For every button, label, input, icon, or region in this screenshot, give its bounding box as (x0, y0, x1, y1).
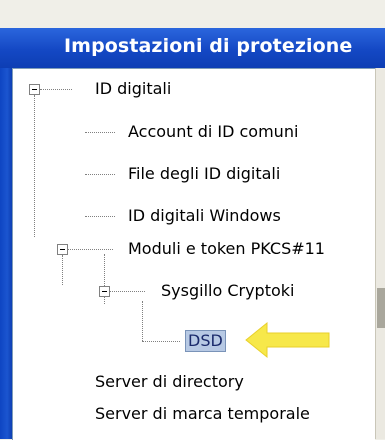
vertical-scrollbar[interactable] (375, 68, 385, 439)
collapse-id-digitali-icon[interactable] (29, 84, 40, 95)
tree-node-moduli-token-pkcs11[interactable]: Moduli e token PKCS#11 (128, 239, 325, 259)
tree-node-account-id-comuni[interactable]: Account di ID comuni (128, 122, 298, 142)
tree-node-file-id-digitali[interactable]: File degli ID digitali (128, 164, 280, 184)
yellow-arrow-icon (245, 321, 330, 359)
tree-node-id-digitali[interactable]: ID digitali (95, 79, 171, 99)
tree-node-dsd-selected[interactable]: DSD (185, 330, 226, 352)
tree-node-sysgillo-cryptoki[interactable]: Sysgillo Cryptoki (161, 281, 294, 301)
scrollbar-thumb[interactable] (377, 288, 385, 328)
tree-connector (142, 301, 143, 341)
tree-node-server-marca-temporale[interactable]: Server di marca temporale (95, 404, 310, 424)
tree-connector (62, 255, 63, 285)
tree-node-server-directory[interactable]: Server di directory (95, 372, 244, 392)
tree-connector (34, 95, 35, 237)
window-title: Impostazioni di protezione (64, 35, 353, 57)
tree-node-id-digitali-windows[interactable]: ID digitali Windows (128, 206, 281, 226)
collapse-pkcs11-icon[interactable] (57, 244, 68, 255)
tree-connector (68, 249, 113, 250)
tree-connector (85, 132, 115, 133)
security-settings-tree: ID digitali Account di ID comuni File de… (12, 68, 375, 440)
window-title-bar[interactable]: Impostazioni di protezione (0, 28, 385, 68)
tree-connector (142, 341, 180, 342)
window-left-border (0, 68, 12, 439)
tree-connector (85, 216, 115, 217)
tree-connector (40, 89, 72, 90)
tree-connector (110, 291, 145, 292)
tree-connector (85, 174, 115, 175)
collapse-sysgillo-icon[interactable] (99, 286, 110, 297)
